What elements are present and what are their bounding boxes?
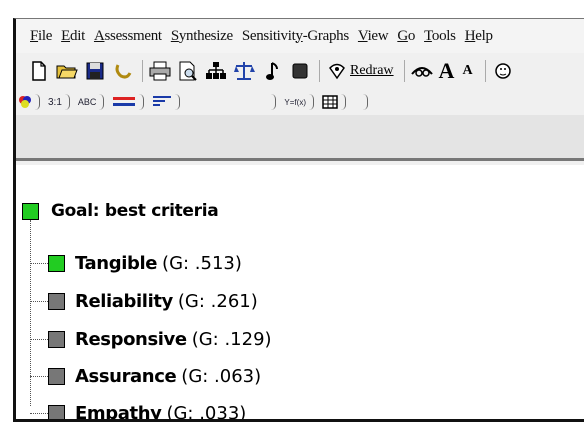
face-icon[interactable] bbox=[492, 60, 514, 82]
menu-help[interactable]: Help bbox=[465, 28, 493, 45]
menu-edit[interactable]: Edit bbox=[61, 28, 85, 45]
scale-icon[interactable] bbox=[233, 60, 255, 82]
toolbar-separator bbox=[319, 60, 320, 82]
large-font-icon[interactable]: A bbox=[439, 58, 455, 84]
main-toolbar: Redraw A A bbox=[16, 54, 584, 88]
undo-icon[interactable] bbox=[112, 60, 134, 82]
redraw-icon[interactable] bbox=[326, 60, 348, 82]
tree-node-empathy[interactable]: Empathy (G: .033) bbox=[30, 403, 247, 422]
node-connector bbox=[30, 301, 48, 302]
node-connector bbox=[30, 339, 48, 340]
tree-node-assurance[interactable]: Assurance (G: .063) bbox=[30, 366, 261, 387]
node-name: Assurance bbox=[75, 366, 177, 387]
toolbar-separator bbox=[484, 60, 486, 82]
node-color-box bbox=[48, 293, 65, 310]
small-font-icon[interactable]: A bbox=[462, 63, 472, 79]
hierarchy-tree: Goal: best criteria Tangible (G: .513) R… bbox=[16, 165, 584, 422]
print-preview-icon[interactable] bbox=[177, 60, 199, 82]
node-name: Responsive bbox=[75, 329, 187, 350]
node-value: (G: .063) bbox=[181, 366, 262, 387]
redraw-button[interactable]: Redraw bbox=[350, 63, 394, 79]
equal-icon[interactable] bbox=[104, 92, 145, 112]
music-note-icon[interactable] bbox=[261, 60, 283, 82]
node-value: (G: .129) bbox=[191, 329, 272, 350]
node-color-box bbox=[48, 405, 65, 419]
ratio-button[interactable]: 3:1 bbox=[40, 92, 70, 112]
stop-icon[interactable] bbox=[289, 60, 311, 82]
new-file-icon[interactable] bbox=[28, 60, 50, 82]
print-icon[interactable] bbox=[149, 60, 171, 82]
node-color-box bbox=[48, 331, 65, 348]
node-color-box bbox=[48, 368, 65, 385]
menu-tools[interactable]: Tools bbox=[424, 28, 456, 45]
node-value: (G: .033) bbox=[166, 403, 247, 422]
formula-button[interactable]: Y=f(x) bbox=[276, 92, 314, 112]
node-name: Empathy bbox=[75, 403, 162, 422]
spacer-tab bbox=[180, 92, 277, 112]
node-value: (G: .261) bbox=[177, 291, 258, 312]
menu-bar: File Edit Assessment Synthesize Sensitiv… bbox=[16, 19, 584, 53]
node-name: Tangible bbox=[75, 253, 158, 274]
app-window: File Edit Assessment Synthesize Sensitiv… bbox=[13, 18, 584, 422]
goal-label: Goal: best criteria bbox=[51, 201, 219, 221]
tree-node-tangible[interactable]: Tangible (G: .513) bbox=[30, 253, 242, 274]
color-icon[interactable] bbox=[16, 92, 40, 112]
abc-button[interactable]: ABC bbox=[70, 92, 105, 112]
empty-tab[interactable] bbox=[346, 92, 368, 112]
menu-sensitivity-graphs[interactable]: Sensitivity-Graphs bbox=[242, 28, 349, 45]
sort-icon[interactable] bbox=[144, 92, 181, 112]
secondary-toolbar: 3:1 ABC Y=f(x) bbox=[16, 91, 584, 113]
menu-file[interactable]: File bbox=[30, 28, 52, 45]
node-connector bbox=[30, 413, 48, 414]
menu-go[interactable]: Go bbox=[397, 28, 415, 45]
node-connector bbox=[30, 263, 48, 264]
node-connector bbox=[30, 376, 48, 377]
menu-view[interactable]: View bbox=[358, 28, 389, 45]
hierarchy-icon[interactable] bbox=[205, 60, 227, 82]
goal-color-box bbox=[22, 202, 39, 220]
eye-icon[interactable] bbox=[410, 60, 433, 82]
node-color-box bbox=[48, 255, 65, 272]
node-value: (G: .513) bbox=[162, 253, 242, 274]
save-icon[interactable] bbox=[84, 60, 106, 82]
tree-node-responsive[interactable]: Responsive (G: .129) bbox=[30, 329, 272, 350]
panel-divider bbox=[16, 115, 584, 161]
table-icon[interactable] bbox=[314, 92, 346, 112]
open-folder-icon[interactable] bbox=[56, 60, 78, 82]
menu-assessment[interactable]: Assessment bbox=[94, 28, 162, 45]
toolbar-separator bbox=[403, 60, 405, 82]
toolbar-separator bbox=[142, 60, 143, 82]
menu-synthesize[interactable]: Synthesize bbox=[171, 28, 233, 45]
tree-node-reliability[interactable]: Reliability (G: .261) bbox=[30, 291, 258, 312]
goal-node[interactable]: Goal: best criteria bbox=[22, 201, 219, 221]
node-name: Reliability bbox=[75, 291, 173, 312]
